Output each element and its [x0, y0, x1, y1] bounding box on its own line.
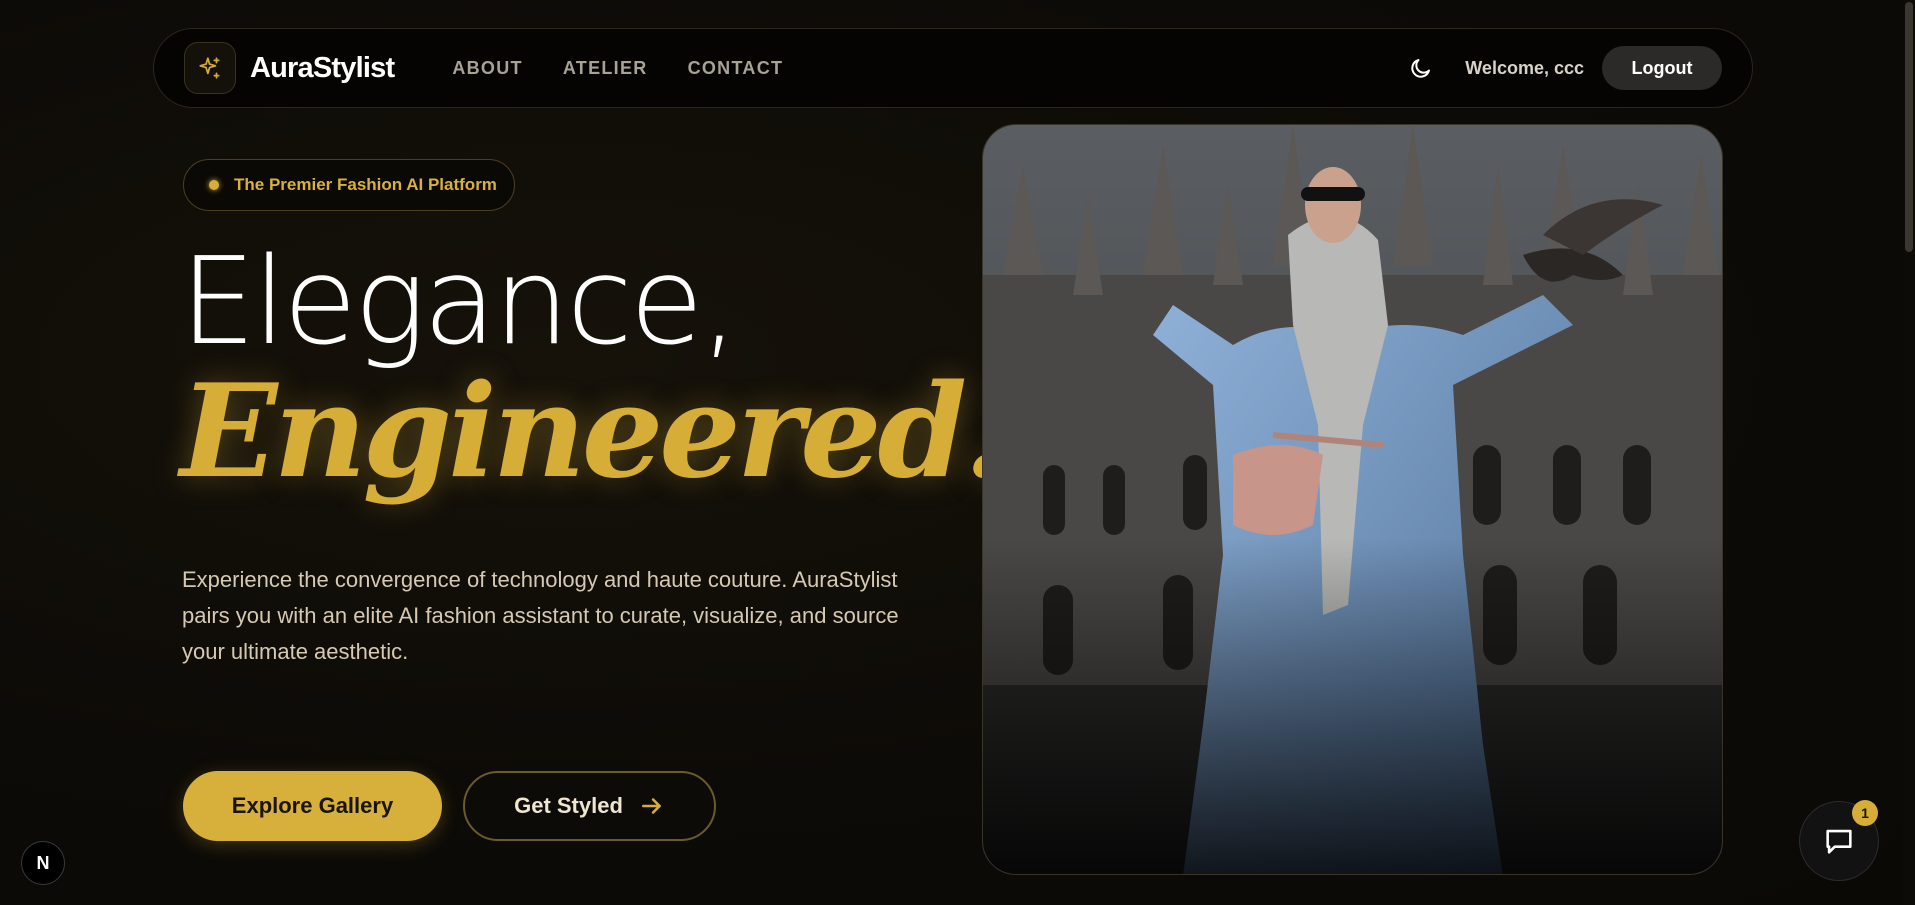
headline-line-2: Engineered. — [180, 357, 1008, 507]
badge-dot — [209, 180, 219, 190]
arrow-right-icon — [641, 798, 661, 814]
nav-link-contact[interactable]: CONTACT — [688, 58, 784, 79]
welcome-text: Welcome, ccc — [1465, 57, 1584, 78]
nav-right: Welcome, ccc Logout — [1407, 46, 1722, 90]
logout-button[interactable]: Logout — [1602, 46, 1722, 90]
nav-link-atelier[interactable]: ATELIER — [563, 58, 648, 79]
chat-widget-button[interactable]: 1 — [1799, 800, 1879, 881]
chat-unread-badge: 1 — [1852, 800, 1878, 826]
dev-tools-badge[interactable]: N — [21, 841, 65, 885]
headline-line-1: Elegance, — [180, 233, 739, 372]
theme-toggle-button[interactable] — [1407, 54, 1435, 82]
explore-gallery-label: Explore Gallery — [231, 793, 394, 818]
badge-text: The Premier Fashion AI Platform — [234, 175, 497, 194]
get-styled-label: Get Styled — [514, 793, 623, 818]
chat-icon — [1826, 829, 1852, 854]
page-scrollbar[interactable] — [1903, 0, 1915, 905]
platform-badge: The Premier Fashion AI Platform — [183, 159, 515, 211]
hero-photo — [982, 124, 1723, 875]
nav-links: ABOUT ATELIER CONTACT — [452, 58, 783, 79]
logo-badge[interactable] — [184, 42, 236, 94]
moon-icon — [1411, 59, 1431, 78]
hero-description: Experience the convergence of technology… — [182, 567, 899, 664]
scrollbar-thumb[interactable] — [1905, 2, 1913, 252]
explore-gallery-button[interactable]: Explore Gallery — [183, 771, 442, 841]
get-styled-button[interactable]: Get Styled — [463, 771, 716, 841]
top-navbar: AuraStylist ABOUT ATELIER CONTACT Welcom… — [153, 28, 1753, 108]
nav-link-about[interactable]: ABOUT — [452, 58, 523, 79]
sparkles-icon — [199, 57, 220, 79]
brand-name[interactable]: AuraStylist — [250, 52, 395, 85]
